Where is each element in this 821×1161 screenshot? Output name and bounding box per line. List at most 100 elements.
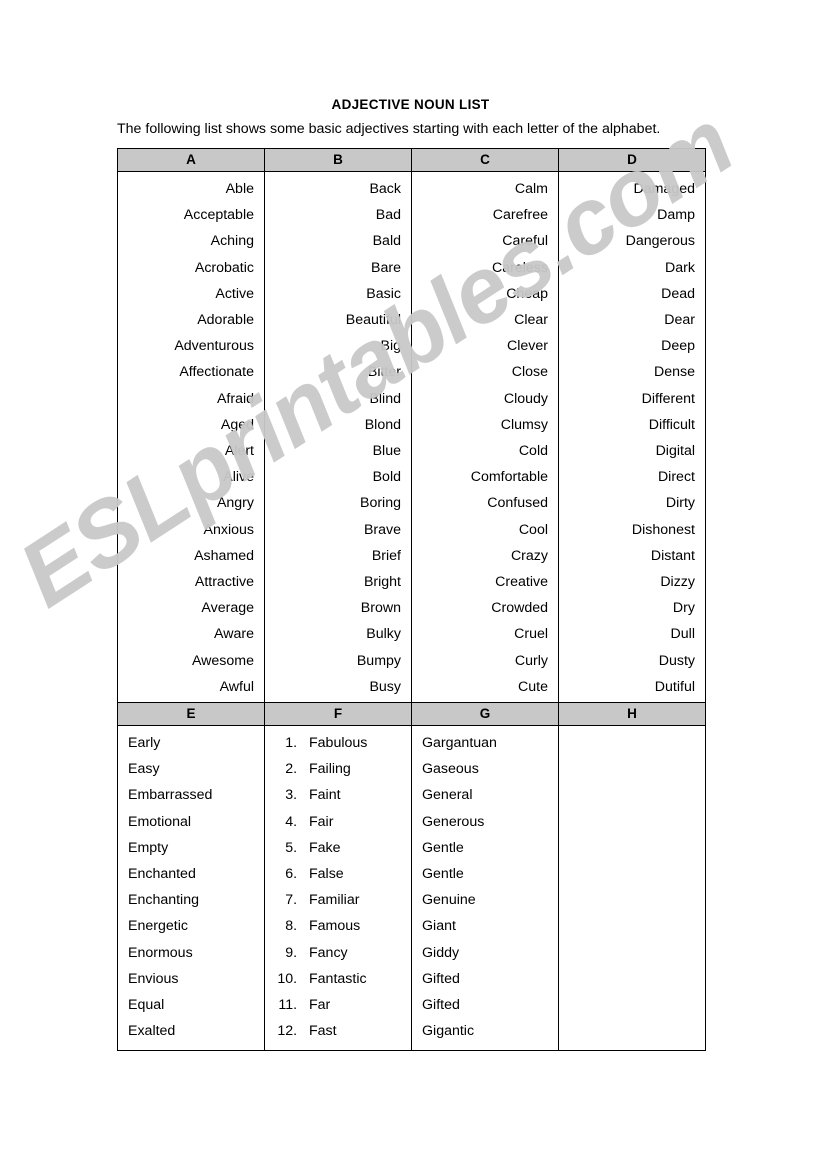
list-item: Careful	[502, 233, 548, 250]
list-item: Beautiful	[345, 312, 401, 329]
list-item: Creative	[495, 574, 548, 591]
list-item: Blond	[364, 416, 401, 433]
column-header-h: H	[558, 702, 706, 726]
list-item: Active	[215, 285, 254, 302]
list-item: Direct	[657, 469, 695, 486]
table-header-row: E F G H	[117, 702, 706, 726]
list-item: Aching	[210, 233, 254, 250]
list-item: Bare	[371, 259, 401, 276]
list-item: Distant	[650, 547, 695, 564]
list-item: Brief	[371, 547, 401, 564]
list-item: Ashamed	[194, 547, 254, 564]
list-item: Clever	[507, 338, 548, 355]
list-item: Far	[301, 992, 401, 1018]
list-item: Awesome	[191, 652, 254, 669]
word-cell-d: Damaged Damp Dangerous Dark Dead Dear Deep Dens…	[558, 170, 706, 708]
list-item: Exalted	[128, 1023, 176, 1040]
list-item: Difficult	[648, 416, 695, 433]
list-item: Empty	[128, 839, 169, 856]
word-list-h	[559, 726, 705, 746]
word-cell-f: FabulousFailingFaintFairFakeFalseFamilia…	[264, 724, 412, 1052]
list-item: Aged	[220, 416, 254, 433]
list-item: Angry	[216, 495, 254, 512]
list-item: Giant	[422, 918, 456, 935]
column-header-b: B	[264, 148, 412, 172]
list-item: Anxious	[203, 521, 254, 538]
list-item: Back	[369, 181, 401, 197]
list-item: Bold	[372, 469, 401, 486]
table-row: Early Easy Embarrassed Emotional Empty Enchan…	[117, 724, 706, 1052]
list-item: Afraid	[216, 390, 254, 407]
list-item: Alive	[223, 469, 254, 486]
table-header-row: A B C D	[117, 148, 706, 172]
list-item: Affectionate	[179, 364, 254, 381]
numbered-word-list: FabulousFailingFaintFairFakeFalseFamilia…	[275, 730, 401, 1044]
list-item: Dry	[672, 600, 695, 617]
list-item: Cloudy	[503, 390, 548, 407]
word-cell-g: Gargantuan Gaseous General Generous Gentle Ge…	[411, 724, 559, 1052]
list-item: Embarrassed	[128, 787, 213, 804]
word-cell-a: Able Acceptable Aching Acrobatic Active Adora…	[117, 170, 265, 708]
intro-paragraph: The following list shows some basic adje…	[117, 121, 661, 137]
list-item: Big	[380, 338, 401, 355]
column-header-c: C	[411, 148, 559, 172]
list-item: Dutiful	[654, 678, 695, 695]
list-item: Close	[511, 364, 548, 381]
list-item: Bumpy	[356, 652, 401, 669]
list-item: Gifted	[422, 970, 460, 987]
list-item: Adorable	[197, 312, 254, 329]
list-item: Basic	[366, 285, 401, 302]
list-item: Clear	[514, 312, 548, 329]
list-item: Fancy	[301, 940, 401, 966]
list-item: General	[422, 787, 473, 804]
word-cell-e: Early Easy Embarrassed Emotional Empty Enchan…	[117, 724, 265, 1052]
list-item: Alert	[224, 443, 254, 460]
list-item: Gentle	[422, 839, 464, 856]
list-item: Busy	[369, 678, 401, 695]
list-item: Dirty	[665, 495, 695, 512]
list-item: Comfortable	[470, 469, 548, 486]
list-item: Gigantic	[422, 1023, 475, 1040]
list-item: Curly	[514, 652, 548, 669]
list-item: Blind	[369, 390, 401, 407]
list-item: Dull	[670, 626, 695, 643]
word-list-c: Calm Carefree Careful Careless Cheap Clear Cle…	[412, 172, 558, 706]
list-item: Careless	[492, 259, 548, 276]
word-list-d: Damaged Damp Dangerous Dark Dead Dear Deep Dens…	[559, 172, 705, 706]
list-item: Confused	[487, 495, 548, 512]
word-list-b: Back Bad Bald Bare Basic Beautiful Big Bitter Bl…	[265, 172, 411, 706]
list-item: Energetic	[128, 918, 188, 935]
list-item: Bitter	[367, 364, 401, 381]
list-item: Generous	[422, 813, 485, 830]
list-item: Giddy	[422, 944, 460, 961]
list-item: Able	[225, 181, 254, 197]
list-item: Clumsy	[500, 416, 548, 433]
list-item: Bulky	[366, 626, 401, 643]
list-item: Failing	[301, 756, 401, 782]
list-item: Equal	[128, 997, 165, 1014]
column-header-e: E	[117, 702, 265, 726]
word-cell-h	[558, 724, 706, 1052]
list-item: Bad	[375, 207, 401, 224]
list-item: Dizzy	[660, 574, 695, 591]
page-title: ADJECTIVE NOUN LIST	[331, 97, 490, 112]
list-item: Gaseous	[422, 761, 479, 778]
list-item: Familiar	[301, 887, 401, 913]
list-item: Crowded	[491, 600, 548, 617]
list-item: Cute	[518, 678, 548, 695]
list-item: Fast	[301, 1018, 401, 1044]
list-item: Bright	[363, 574, 401, 591]
list-item: Enchanted	[128, 866, 196, 883]
word-cell-b: Back Bad Bald Bare Basic Beautiful Big Bitter Bl…	[264, 170, 412, 708]
list-item: Dangerous	[625, 233, 695, 250]
list-item: Digital	[655, 443, 695, 460]
list-item: Dishonest	[631, 521, 695, 538]
column-header-g: G	[411, 702, 559, 726]
list-item: Cruel	[514, 626, 548, 643]
list-item: Attractive	[194, 574, 254, 591]
list-item: Boring	[359, 495, 401, 512]
list-item: Carefree	[492, 207, 548, 224]
word-list-f: FabulousFailingFaintFairFakeFalseFamilia…	[265, 726, 411, 1050]
list-item: Fantastic	[301, 966, 401, 992]
adjective-table-e-h: E F G H Early Easy Embarrassed Emotional Emp…	[117, 702, 706, 1052]
